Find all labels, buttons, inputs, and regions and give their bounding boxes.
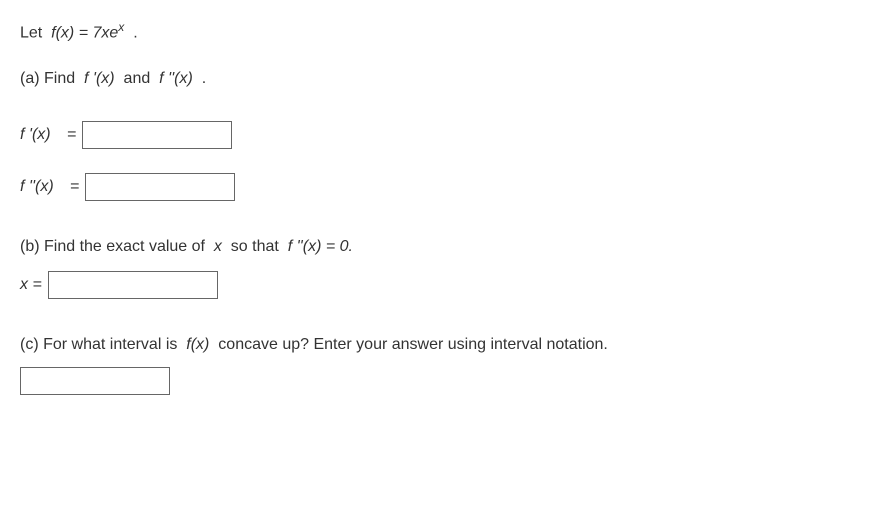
interval-row	[20, 367, 851, 395]
c-fx: f(x)	[186, 336, 209, 353]
a-dot: .	[202, 70, 206, 87]
intro-dot: .	[133, 24, 137, 41]
b-fpp: f ''(x) = 0.	[288, 238, 353, 255]
fprime-eq: =	[67, 123, 76, 147]
interval-input[interactable]	[20, 367, 170, 395]
fprime-row: f '(x) =	[20, 121, 851, 149]
c-rest: concave up? Enter your answer using inte…	[218, 336, 608, 353]
x-input[interactable]	[48, 271, 218, 299]
a-d2: f ''(x)	[159, 70, 193, 87]
b-label: (b) Find the exact value of	[20, 238, 205, 255]
part-a-prompt: (a) Find f '(x) and f ''(x) .	[20, 67, 851, 91]
fpp-row: f ''(x) =	[20, 173, 851, 201]
fprime-input[interactable]	[82, 121, 232, 149]
fpp-label: f ''(x)	[20, 175, 54, 199]
fpp-eq: =	[70, 175, 79, 199]
a-and: and	[124, 70, 151, 87]
a-label: (a) Find	[20, 70, 75, 87]
x-row: x =	[20, 271, 851, 299]
intro-exp: x	[118, 20, 124, 34]
intro-fn: f(x) = 7xe	[51, 24, 118, 41]
b-sothat: so that	[231, 238, 279, 255]
part-c-prompt: (c) For what interval is f(x) concave up…	[20, 333, 851, 357]
intro-let: Let	[20, 24, 42, 41]
part-b-prompt: (b) Find the exact value of x so that f …	[20, 235, 851, 259]
c-label: (c) For what interval is	[20, 336, 177, 353]
b-x: x	[214, 238, 222, 255]
fpp-input[interactable]	[85, 173, 235, 201]
x-eq-label: x =	[20, 273, 42, 297]
problem-intro: Let f(x) = 7xex .	[20, 18, 851, 45]
fprime-label: f '(x)	[20, 123, 51, 147]
a-d1: f '(x)	[84, 70, 115, 87]
